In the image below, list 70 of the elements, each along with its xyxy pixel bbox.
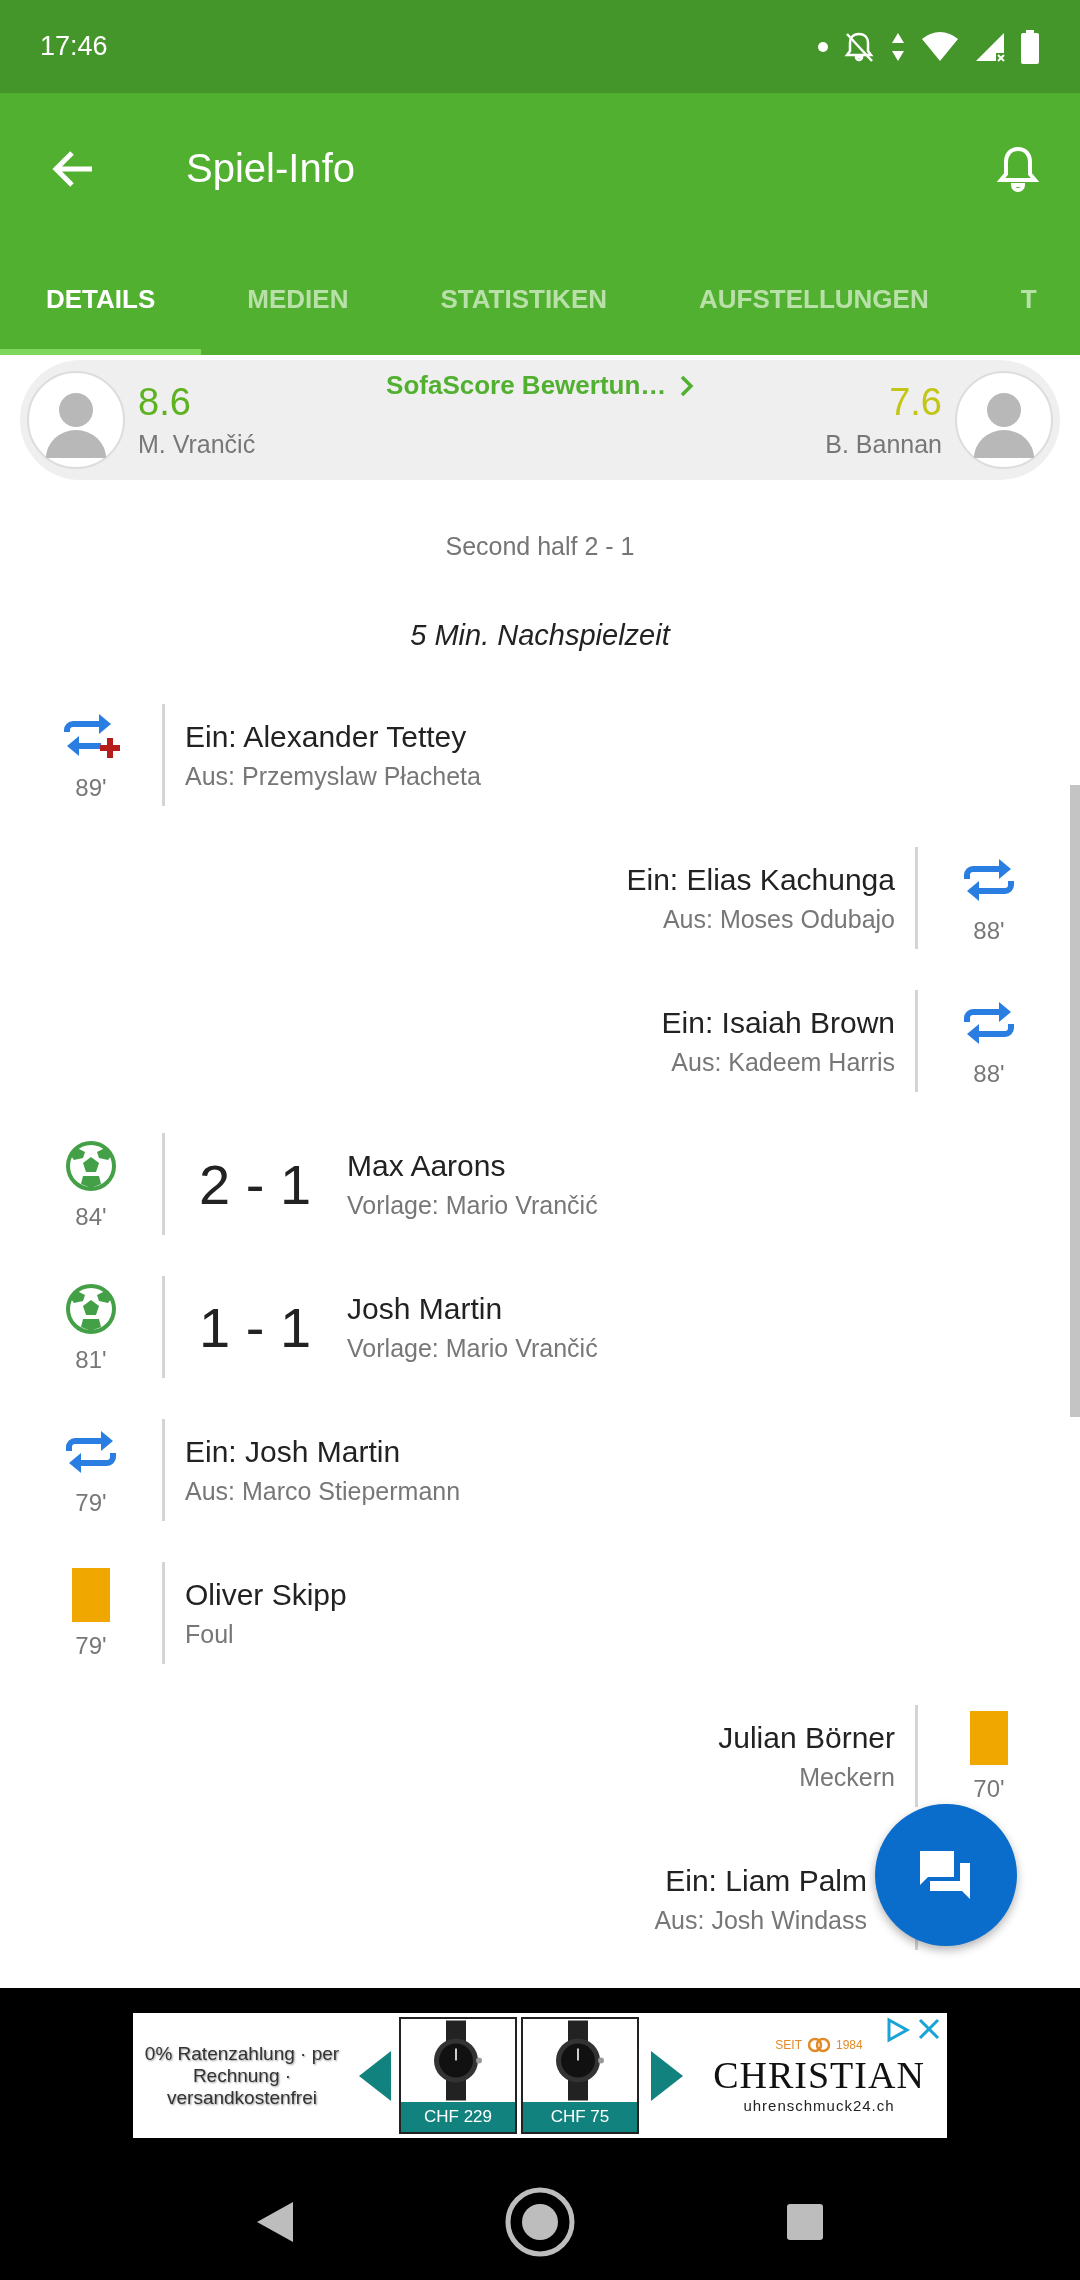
event-player: Oliver Skipp bbox=[185, 1577, 347, 1612]
brand-since: SEIT bbox=[775, 2038, 802, 2052]
event-detail: Aus: Marco Stiepermann bbox=[185, 1476, 461, 1506]
wifi-icon bbox=[920, 30, 960, 63]
chevron-right-icon bbox=[680, 374, 695, 397]
ad-banner[interactable]: 0% Ratenzahlung · per Rechnung · versandkostenfrei CHF 229 CHF 75 SEIT 1984 CHRISTIAN uhrenschmuck24.ch bbox=[133, 2013, 947, 2138]
booking-card-icon bbox=[970, 1711, 1008, 1765]
score-text: 2 - 1 bbox=[198, 1151, 313, 1218]
arrow-left-icon bbox=[359, 2050, 391, 2101]
avatar-icon bbox=[26, 370, 126, 470]
event-detail: Aus: Moses Odubajo bbox=[662, 904, 895, 934]
brand-url: uhrenschmuck24.ch bbox=[743, 2097, 895, 2114]
chat-button[interactable] bbox=[875, 1804, 1017, 1946]
booking-card-icon bbox=[72, 1568, 110, 1622]
avatar-icon bbox=[954, 370, 1054, 470]
event-player: Julian Börner bbox=[718, 1720, 895, 1755]
event-detail: Meckern bbox=[799, 1762, 895, 1792]
status-time: 17:46 bbox=[40, 31, 109, 62]
close-icon[interactable] bbox=[917, 2017, 941, 2041]
bell-icon[interactable] bbox=[996, 144, 1040, 193]
home-icon[interactable] bbox=[504, 2185, 576, 2258]
event-detail: Vorlage: Mario Vrančić bbox=[347, 1333, 598, 1363]
rings-icon bbox=[806, 2037, 832, 2053]
recents-icon[interactable] bbox=[785, 2201, 826, 2242]
event-detail: Aus: Josh Windass bbox=[654, 1905, 867, 1935]
minute-label: 79' bbox=[75, 1632, 107, 1660]
tab[interactable]: AUFSTELLUNGEN bbox=[653, 244, 975, 355]
arrow-right-icon bbox=[651, 2050, 683, 2101]
price-label: CHF 75 bbox=[523, 2102, 637, 2132]
scorer-name: Max Aarons bbox=[347, 1148, 507, 1183]
battery-icon bbox=[1020, 29, 1040, 64]
screen-title: Spiel-Info bbox=[186, 146, 356, 191]
ratings-link[interactable]: SofaScore Bewertun… bbox=[267, 370, 814, 401]
minute-label: 89' bbox=[75, 774, 107, 802]
score-text: 1 - 1 bbox=[198, 1294, 313, 1361]
tab[interactable]: STATISTIKEN bbox=[394, 244, 653, 355]
soccer-ball-icon bbox=[65, 1140, 117, 1192]
minute-label: 88' bbox=[973, 917, 1005, 945]
period-label: Second half 2 - 1 bbox=[444, 532, 636, 561]
brand-year: 1984 bbox=[836, 2038, 863, 2052]
player-name: M. Vrančić bbox=[138, 430, 256, 459]
notification-dot-icon bbox=[818, 41, 828, 52]
tab[interactable]: MEDIEN bbox=[201, 244, 395, 355]
event-player: Ein: Alexander Tettey bbox=[185, 719, 468, 754]
scorer-name: Josh Martin bbox=[347, 1291, 504, 1326]
event-detail: Vorlage: Mario Vrančić bbox=[347, 1190, 598, 1220]
minute-label: 79' bbox=[75, 1489, 107, 1517]
minute-label: 81' bbox=[75, 1346, 107, 1374]
player-rating: 7.6 bbox=[889, 381, 942, 424]
event-detail: Aus: Przemyslaw Płacheta bbox=[185, 761, 481, 791]
event-detail: Aus: Kadeem Harris bbox=[671, 1047, 895, 1077]
minute-label: 88' bbox=[973, 1060, 1005, 1088]
event-detail: Foul bbox=[185, 1619, 235, 1649]
event-player: Ein: Josh Martin bbox=[185, 1434, 402, 1469]
ad-text: 0% Ratenzahlung · per Rechnung · versandkostenfrei bbox=[143, 2042, 341, 2109]
adchoices-icon[interactable] bbox=[885, 2017, 911, 2043]
tab[interactable]: T bbox=[974, 244, 1080, 355]
event-player: Ein: Isaiah Brown bbox=[661, 1005, 895, 1040]
player-name: B. Bannan bbox=[825, 430, 942, 459]
price-label: CHF 229 bbox=[401, 2102, 515, 2132]
tab[interactable]: DETAILS bbox=[0, 244, 202, 355]
event-player: Ein: Elias Kachunga bbox=[626, 862, 895, 897]
brand-logo: CHRISTIAN bbox=[713, 2053, 925, 2097]
minute-label: 70' bbox=[973, 1775, 1005, 1803]
soccer-ball-icon bbox=[65, 1283, 117, 1335]
event-player: Ein: Liam Palm bbox=[665, 1863, 867, 1898]
player-rating: 8.6 bbox=[138, 381, 192, 424]
minute-label: 84' bbox=[75, 1203, 107, 1231]
back-arrow-icon[interactable] bbox=[50, 148, 94, 189]
added-time-label: 5 Min. Nachspielzeit bbox=[409, 619, 672, 652]
